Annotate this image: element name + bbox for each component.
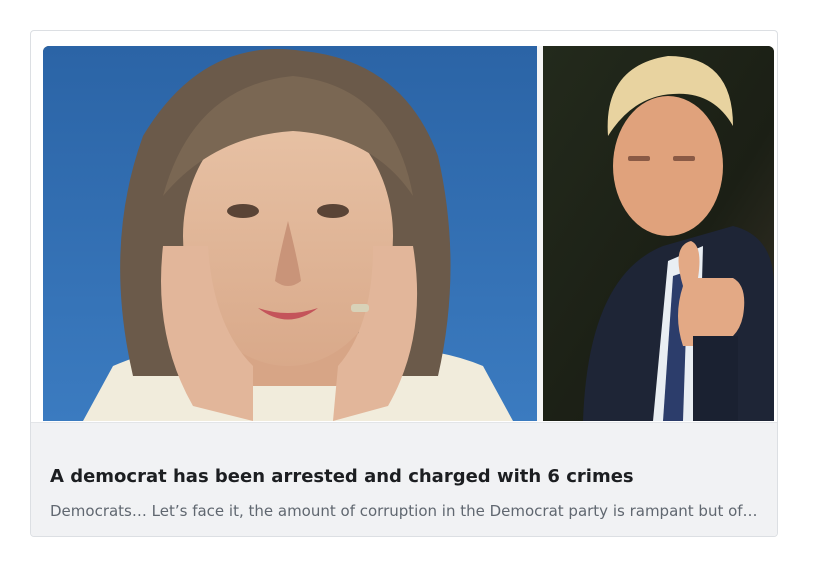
link-preview-card[interactable]: A democrat has been arrested and charged… (30, 30, 778, 537)
right-photo-panel (543, 46, 774, 421)
preview-description: Democrats… Let’s face it, the amount of … (50, 502, 758, 520)
preview-image[interactable] (43, 46, 774, 421)
preview-caption[interactable]: A democrat has been arrested and charged… (31, 422, 777, 536)
preview-title[interactable]: A democrat has been arrested and charged… (50, 466, 634, 487)
left-photo-panel (43, 46, 537, 421)
